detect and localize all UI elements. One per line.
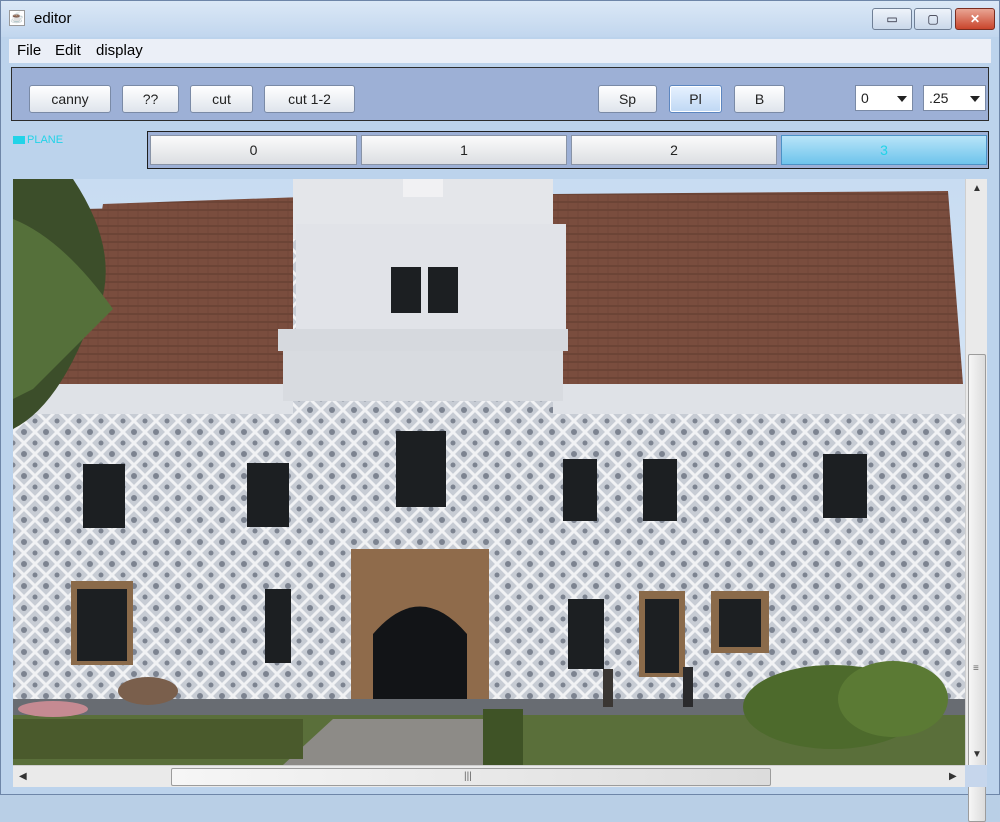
vertical-grip-icon: ≡ bbox=[973, 663, 979, 674]
toolbar: canny ?? cut cut 1-2 Sp Pl B 0 .25 bbox=[11, 67, 989, 121]
scale-dropdown-label: .25 bbox=[929, 90, 949, 106]
scroll-down-icon[interactable]: ▼ bbox=[972, 749, 982, 760]
scroll-left-icon[interactable]: ◀ bbox=[19, 771, 27, 782]
maximize-button[interactable]: ▢ bbox=[914, 8, 952, 30]
close-button[interactable]: ✕ bbox=[955, 8, 995, 30]
plane-row: PLANE 0 1 2 3 bbox=[11, 126, 991, 172]
menu-file[interactable]: File bbox=[17, 42, 41, 59]
horizontal-grip-icon: ||| bbox=[464, 771, 472, 782]
scrollbar-corner bbox=[965, 765, 987, 787]
menu-display[interactable]: display bbox=[96, 42, 143, 59]
title-bar[interactable]: ☕ editor ▭ ▢ ✕ bbox=[1, 1, 999, 37]
plane-tab-3[interactable]: 3 bbox=[781, 135, 987, 165]
scroll-up-icon[interactable]: ▲ bbox=[972, 183, 982, 194]
scroll-right-icon[interactable]: ▶ bbox=[949, 771, 957, 782]
sp-button[interactable]: Sp bbox=[598, 85, 657, 113]
plane-tabs: 0 1 2 3 bbox=[147, 131, 989, 169]
plane-label: PLANE bbox=[13, 134, 63, 146]
horizontal-scroll-thumb[interactable]: ||| bbox=[171, 768, 771, 786]
chevron-down-icon bbox=[897, 96, 907, 102]
vertical-scrollbar[interactable]: ▲ ≡ ▼ bbox=[965, 179, 987, 822]
chevron-down-icon bbox=[970, 96, 980, 102]
menu-bar: File Edit display bbox=[9, 39, 991, 63]
b-button[interactable]: B bbox=[734, 85, 785, 113]
window-title: editor bbox=[34, 10, 72, 27]
value-dropdown-label: 0 bbox=[861, 90, 869, 106]
menu-edit[interactable]: Edit bbox=[55, 42, 81, 59]
plane-tab-1[interactable]: 1 bbox=[361, 135, 567, 165]
minimize-button[interactable]: ▭ bbox=[872, 8, 912, 30]
horizontal-scrollbar[interactable]: ◀ ||| ▶ bbox=[13, 765, 965, 787]
plane-label-text: PLANE bbox=[27, 134, 64, 146]
unknown-button[interactable]: ?? bbox=[122, 85, 179, 113]
castle-facade-photo bbox=[13, 179, 965, 765]
value-dropdown[interactable]: 0 bbox=[855, 85, 913, 111]
editor-window: ☕ editor ▭ ▢ ✕ File Edit display canny ?… bbox=[0, 0, 1000, 822]
pl-button[interactable]: Pl bbox=[669, 85, 722, 113]
canny-button[interactable]: canny bbox=[29, 85, 111, 113]
plane-tab-2[interactable]: 2 bbox=[571, 135, 777, 165]
cut-1-2-button[interactable]: cut 1-2 bbox=[264, 85, 355, 113]
plane-color-swatch bbox=[13, 136, 25, 145]
java-app-icon: ☕ bbox=[9, 10, 25, 26]
scale-dropdown[interactable]: .25 bbox=[923, 85, 986, 111]
plane-tab-0[interactable]: 0 bbox=[150, 135, 357, 165]
image-viewport[interactable] bbox=[13, 179, 965, 765]
cut-button[interactable]: cut bbox=[190, 85, 253, 113]
